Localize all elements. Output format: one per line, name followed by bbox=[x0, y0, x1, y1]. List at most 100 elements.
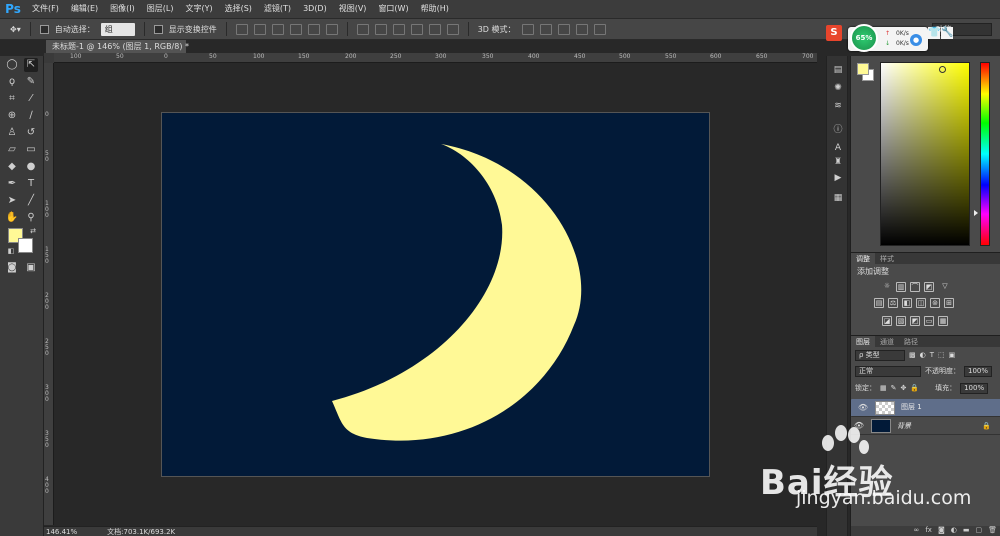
distribute-hcenter-icon[interactable] bbox=[428, 23, 441, 35]
new-adjustment-icon[interactable]: ◐ bbox=[951, 526, 957, 536]
menu-image[interactable]: 图像(I) bbox=[104, 0, 141, 18]
layer-kind-filter[interactable]: ρ 类型 bbox=[855, 349, 905, 361]
tab-layers[interactable]: 图层 bbox=[851, 336, 875, 347]
new-group-icon[interactable]: ▬ bbox=[963, 526, 970, 536]
fill-input[interactable]: 100% bbox=[960, 382, 989, 394]
filter-pixel-icon[interactable]: ▩ bbox=[909, 351, 916, 359]
brush-tool-icon[interactable]: ∕ bbox=[24, 109, 38, 123]
lock-brush-icon[interactable]: ✎ bbox=[891, 384, 897, 392]
dodge-tool-icon[interactable]: ● bbox=[24, 160, 38, 174]
align-left-icon[interactable] bbox=[289, 23, 302, 35]
menu-layer[interactable]: 图层(L) bbox=[141, 0, 180, 18]
align-right-icon[interactable] bbox=[325, 23, 338, 35]
hand-tool-icon[interactable]: ✋ bbox=[5, 211, 19, 225]
menu-file[interactable]: 文件(F) bbox=[26, 0, 65, 18]
zoom-tool-icon[interactable]: ⚲ bbox=[24, 211, 38, 225]
swatches-panel-icon[interactable]: ▦ bbox=[832, 192, 844, 204]
invert-icon[interactable]: ◪ bbox=[882, 316, 892, 326]
move-tool-icon[interactable]: ⇱ bbox=[24, 58, 38, 72]
lock-all-icon[interactable]: 🔒 bbox=[910, 384, 919, 392]
clone-stamp-tool-icon[interactable]: ♙ bbox=[5, 126, 19, 140]
layer-row[interactable]: 👁 图层 1 bbox=[851, 399, 1000, 417]
brush-panel-icon[interactable]: ≋ bbox=[832, 100, 844, 112]
color-balance-icon[interactable]: ◧ bbox=[902, 298, 912, 308]
filter-adjust-icon[interactable]: ◐ bbox=[920, 351, 926, 359]
3d-scale-icon[interactable] bbox=[593, 23, 606, 35]
default-colors-icon[interactable]: ◧ bbox=[4, 244, 18, 258]
menu-edit[interactable]: 编辑(E) bbox=[65, 0, 104, 18]
quick-mask-icon[interactable]: ◙ bbox=[5, 261, 19, 275]
tab-adjustments[interactable]: 调整 bbox=[851, 253, 875, 264]
properties-panel-icon[interactable]: ✺ bbox=[832, 82, 844, 94]
channel-mixer-icon[interactable]: ⊞ bbox=[944, 298, 954, 308]
blend-mode-dropdown[interactable]: 正常 bbox=[855, 365, 921, 377]
tab-paths[interactable]: 路径 bbox=[899, 336, 923, 347]
eraser-tool-icon[interactable]: ▱ bbox=[5, 143, 19, 157]
photo-filter-icon[interactable]: ⊚ bbox=[930, 298, 940, 308]
type-tool-icon[interactable]: T bbox=[24, 177, 38, 191]
zoom-level[interactable]: 146.41% bbox=[46, 528, 77, 536]
show-transform-checkbox[interactable] bbox=[153, 24, 163, 34]
color-picker-field[interactable] bbox=[880, 62, 970, 246]
sogou-ime-icon[interactable]: S bbox=[826, 25, 842, 41]
marquee-tool-icon[interactable]: ◯ bbox=[5, 58, 19, 72]
auto-select-dropdown[interactable]: 组 bbox=[100, 22, 135, 36]
3d-rotate-icon[interactable] bbox=[521, 23, 534, 35]
layer-style-icon[interactable]: fx bbox=[925, 526, 932, 536]
crop-tool-icon[interactable]: ⌗ bbox=[5, 92, 19, 106]
vibrance-icon[interactable]: ▤ bbox=[874, 298, 884, 308]
3d-slide-icon[interactable] bbox=[575, 23, 588, 35]
visibility-eye-icon[interactable]: 👁 bbox=[855, 401, 871, 414]
document-tab[interactable]: 未标题-1 @ 146% (图层 1, RGB/8) * bbox=[46, 40, 189, 53]
distribute-top-icon[interactable] bbox=[356, 23, 369, 35]
hue-saturation-icon[interactable]: ⚖ bbox=[888, 298, 898, 308]
pen-tool-icon[interactable]: ✒ bbox=[5, 177, 19, 191]
tool-presets-icon[interactable]: ♜ bbox=[832, 156, 844, 168]
horizontal-ruler[interactable]: 100 50 0 50 100 150 200 250 300 350 400 … bbox=[54, 53, 817, 63]
menu-select[interactable]: 选择(S) bbox=[219, 0, 258, 18]
hue-slider[interactable] bbox=[980, 62, 990, 246]
exposure-icon[interactable]: ◩ bbox=[924, 282, 934, 292]
background-color-swatch[interactable] bbox=[18, 238, 33, 253]
filter-type-icon[interactable]: T bbox=[930, 351, 934, 359]
align-vcenter-icon[interactable] bbox=[253, 23, 266, 35]
filter-smart-icon[interactable]: ▣ bbox=[949, 351, 956, 359]
3d-roll-icon[interactable] bbox=[539, 23, 552, 35]
document-size[interactable]: 文档:703.1K/693.2K bbox=[107, 527, 175, 536]
lasso-tool-icon[interactable]: ϙ bbox=[5, 75, 19, 89]
new-layer-icon[interactable]: ▢ bbox=[975, 526, 982, 536]
lock-move-icon[interactable]: ✥ bbox=[901, 384, 907, 392]
color-picker-cursor[interactable] bbox=[939, 66, 946, 73]
document-canvas[interactable] bbox=[161, 112, 710, 477]
history-panel-icon[interactable]: ▤ bbox=[832, 64, 844, 76]
line-tool-icon[interactable]: ╱ bbox=[24, 194, 38, 208]
black-white-icon[interactable]: ◫ bbox=[916, 298, 926, 308]
actions-panel-icon[interactable]: ▶ bbox=[832, 172, 844, 184]
menu-filter[interactable]: 滤镜(T) bbox=[258, 0, 297, 18]
delete-layer-icon[interactable]: 🗑 bbox=[988, 526, 997, 536]
gradient-map-triangle-icon[interactable]: ▽ bbox=[940, 282, 950, 292]
magic-wand-tool-icon[interactable]: ✎ bbox=[24, 75, 38, 89]
distribute-left-icon[interactable] bbox=[410, 23, 423, 35]
brightness-icon[interactable]: ☼ bbox=[882, 282, 892, 292]
link-layers-icon[interactable]: ∞ bbox=[914, 526, 920, 536]
align-bottom-icon[interactable] bbox=[271, 23, 284, 35]
screen-mode-icon[interactable]: ▣ bbox=[24, 261, 38, 275]
auto-select-checkbox[interactable] bbox=[39, 24, 49, 34]
lock-transparency-icon[interactable]: ▦ bbox=[880, 384, 887, 392]
move-tool-icon[interactable]: ✥▾ bbox=[10, 25, 21, 34]
ruler-origin[interactable] bbox=[44, 53, 54, 63]
menu-view[interactable]: 视图(V) bbox=[333, 0, 373, 18]
levels-icon[interactable]: ▥ bbox=[896, 282, 906, 292]
color-panel-foreground-swatch[interactable] bbox=[857, 63, 869, 75]
swap-colors-icon[interactable]: ⇄ bbox=[26, 224, 40, 238]
tab-styles[interactable]: 样式 bbox=[875, 253, 899, 264]
character-panel-icon[interactable]: A bbox=[832, 142, 844, 154]
opacity-input[interactable]: 100% bbox=[964, 365, 992, 377]
eyedropper-tool-icon[interactable]: ⁄ bbox=[24, 92, 38, 106]
distribute-vcenter-icon[interactable] bbox=[374, 23, 387, 35]
blur-tool-icon[interactable]: ◆ bbox=[5, 160, 19, 174]
gradient-tool-icon[interactable]: ▭ bbox=[24, 143, 38, 157]
distribute-right-icon[interactable] bbox=[446, 23, 459, 35]
vertical-ruler[interactable]: 0 5 0 1 0 0 1 5 0 2 0 0 2 5 0 3 0 0 3 5 … bbox=[44, 63, 54, 525]
